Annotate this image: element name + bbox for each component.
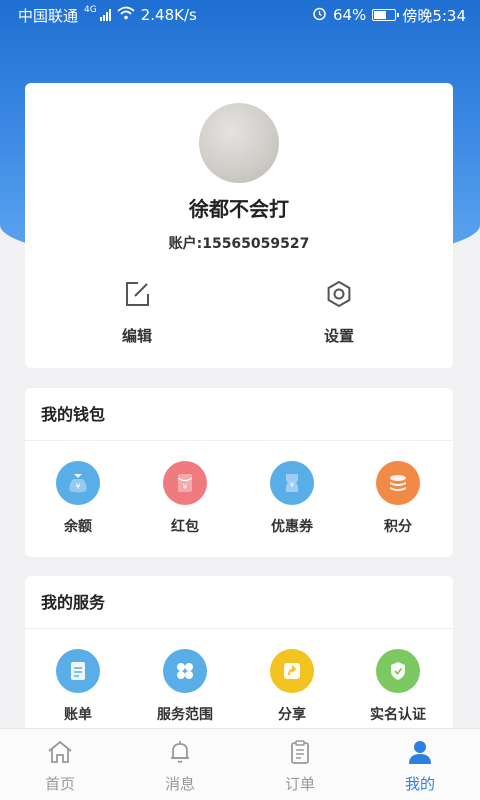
home-icon [46, 739, 74, 769]
wallet-title: 我的钱包 [25, 388, 453, 441]
clock: 傍晚5:34 [402, 6, 466, 25]
user-icon [406, 739, 434, 769]
tab-home[interactable]: 首页 [0, 729, 120, 800]
username: 徐都不会打 [189, 197, 289, 221]
wifi-icon [117, 6, 135, 24]
coupon-icon: ¥ [270, 461, 314, 505]
wallet-item-label: 余额 [64, 519, 92, 535]
carrier-label: 中国联通 [18, 6, 79, 25]
service-item-label: 分享 [278, 707, 306, 723]
profile-card: 徐都不会打 账户:15565059527 编辑 设置 [25, 83, 453, 368]
signal-icon [99, 9, 111, 21]
wallet-item-label: 优惠券 [271, 519, 313, 535]
tab-mine[interactable]: 我的 [360, 729, 480, 800]
status-bar: 中国联通 4G 2.48K/s 64% 傍晚5:34 [0, 0, 480, 30]
wallet-item-label: 积分 [384, 519, 412, 535]
service-item-label: 实名认证 [370, 707, 426, 723]
service-item-label: 账单 [64, 707, 92, 723]
wallet-item-balance[interactable]: ¥ 余额 [28, 461, 128, 536]
service-item-share[interactable]: 分享 [242, 649, 342, 724]
service-item-verify[interactable]: 实名认证 [348, 649, 448, 724]
svg-text:¥: ¥ [290, 481, 295, 489]
tab-label: 首页 [44, 775, 75, 793]
grid-icon [163, 649, 207, 693]
edit-label: 编辑 [121, 327, 152, 345]
wallet-item-coupon[interactable]: ¥ 优惠券 [242, 461, 342, 536]
wallet-item-label: 红包 [171, 519, 199, 535]
share-icon [270, 649, 314, 693]
clipboard-icon [286, 739, 314, 769]
svg-text:¥: ¥ [183, 483, 188, 491]
alarm-icon [312, 6, 327, 25]
tab-label: 订单 [284, 775, 315, 793]
coins-icon [376, 461, 420, 505]
settings-icon [279, 279, 399, 311]
svg-text:¥: ¥ [75, 482, 80, 491]
battery-percent: 64% [332, 6, 367, 24]
bell-icon [166, 739, 194, 769]
tab-label: 我的 [404, 775, 435, 793]
service-item-label: 服务范围 [157, 707, 213, 723]
red-envelope-icon: ¥ [163, 461, 207, 505]
edit-icon [77, 279, 197, 311]
network-type: 4G [84, 4, 97, 15]
wallet-item-points[interactable]: 积分 [348, 461, 448, 536]
wallet-item-red-envelope[interactable]: ¥ 红包 [135, 461, 235, 536]
bottom-tab-bar: 首页 消息 订单 我的 [0, 728, 480, 800]
shield-check-icon [376, 649, 420, 693]
tab-label: 消息 [164, 775, 195, 793]
bill-icon [56, 649, 100, 693]
tab-orders[interactable]: 订单 [240, 729, 360, 800]
avatar[interactable] [199, 103, 279, 183]
service-item-scope[interactable]: 服务范围 [135, 649, 235, 724]
battery-icon [372, 9, 400, 21]
wallet-card: 我的钱包 ¥ 余额 ¥ 红包 ¥ 优惠券 积分 [25, 388, 453, 557]
settings-button[interactable]: 设置 [279, 279, 399, 346]
edit-button[interactable]: 编辑 [77, 279, 197, 346]
network-speed: 2.48K/s [140, 6, 197, 24]
service-item-bill[interactable]: 账单 [28, 649, 128, 724]
money-bag-icon: ¥ [56, 461, 100, 505]
settings-label: 设置 [323, 327, 354, 345]
tab-messages[interactable]: 消息 [120, 729, 240, 800]
services-card: 我的服务 账单 服务范围 分享 实名认证 [25, 576, 453, 736]
account-number: 账户:15565059527 [168, 236, 310, 252]
services-title: 我的服务 [25, 576, 453, 629]
